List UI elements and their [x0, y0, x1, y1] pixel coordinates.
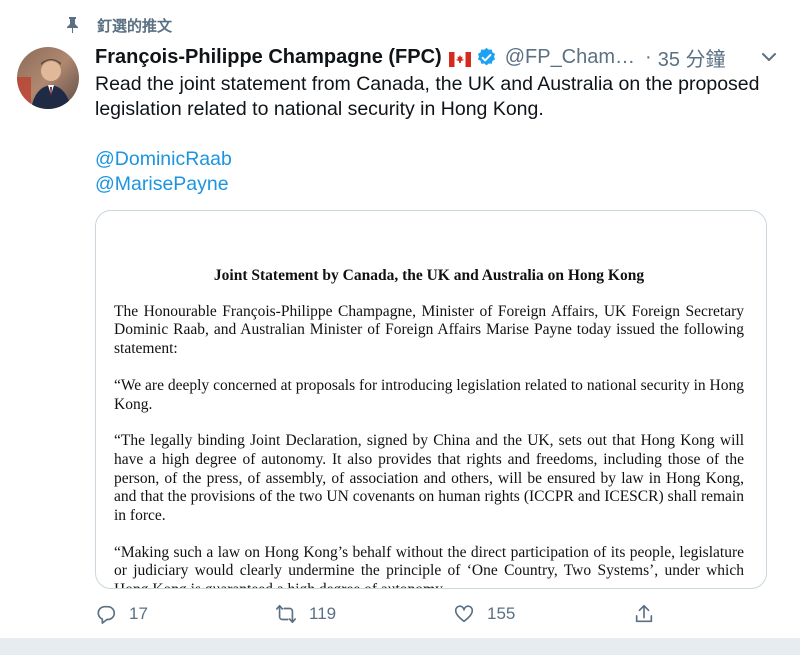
share-button[interactable] [633, 598, 667, 630]
document-paragraph: “The legally binding Joint Declaration, … [114, 432, 744, 525]
share-icon [635, 604, 653, 623]
pinned-label: 釘選的推文 [97, 17, 173, 35]
reply-count: 17 [129, 604, 148, 623]
retweet-count: 119 [309, 604, 337, 623]
pin-icon [67, 17, 78, 33]
author-name[interactable]: François-Philippe Champagne (FPC) [95, 46, 442, 69]
mention-link[interactable]: @MarisePayne [95, 172, 229, 197]
attached-document-image[interactable]: Joint Statement by Canada, the UK and Au… [95, 210, 767, 589]
chevron-down-icon[interactable] [758, 46, 780, 68]
tweet[interactable]: 釘選的推文 François-Philippe Champagne (FPC) [0, 0, 800, 638]
avatar[interactable] [17, 47, 79, 109]
tweet-text: Read the joint statement from Canada, th… [95, 73, 760, 120]
document-paragraph: “Making such a law on Hong Kong’s behalf… [114, 543, 744, 588]
reply-button[interactable]: 17 [95, 598, 148, 630]
like-icon [454, 605, 474, 623]
reply-icon [97, 605, 116, 624]
pinned-indicator: 釘選的推文 [66, 14, 172, 36]
tweet-actions: 17 119 155 [95, 598, 695, 630]
retweet-icon [276, 604, 296, 624]
like-count: 155 [487, 604, 516, 623]
verified-badge-icon [477, 47, 495, 65]
statement-document: Joint Statement by Canada, the UK and Au… [114, 267, 744, 588]
like-button[interactable]: 155 [453, 598, 515, 630]
separator-dot: · [645, 45, 652, 68]
document-paragraph: The Honourable François-Philippe Champag… [114, 302, 744, 358]
page-divider [0, 638, 800, 655]
canada-flag-icon [448, 50, 471, 67]
tweet-timestamp[interactable]: 35 分鐘 [658, 43, 726, 72]
retweet-button[interactable]: 119 [275, 598, 336, 630]
mention-link[interactable]: @DominicRaab [95, 147, 232, 172]
document-title: Joint Statement by Canada, the UK and Au… [213, 267, 645, 284]
document-paragraph: “We are deeply concerned at proposals fo… [114, 376, 744, 413]
tweet-header: François-Philippe Champagne (FPC) @FP_Ch… [95, 42, 785, 72]
author-handle[interactable]: @FP_Cham… [505, 46, 635, 69]
